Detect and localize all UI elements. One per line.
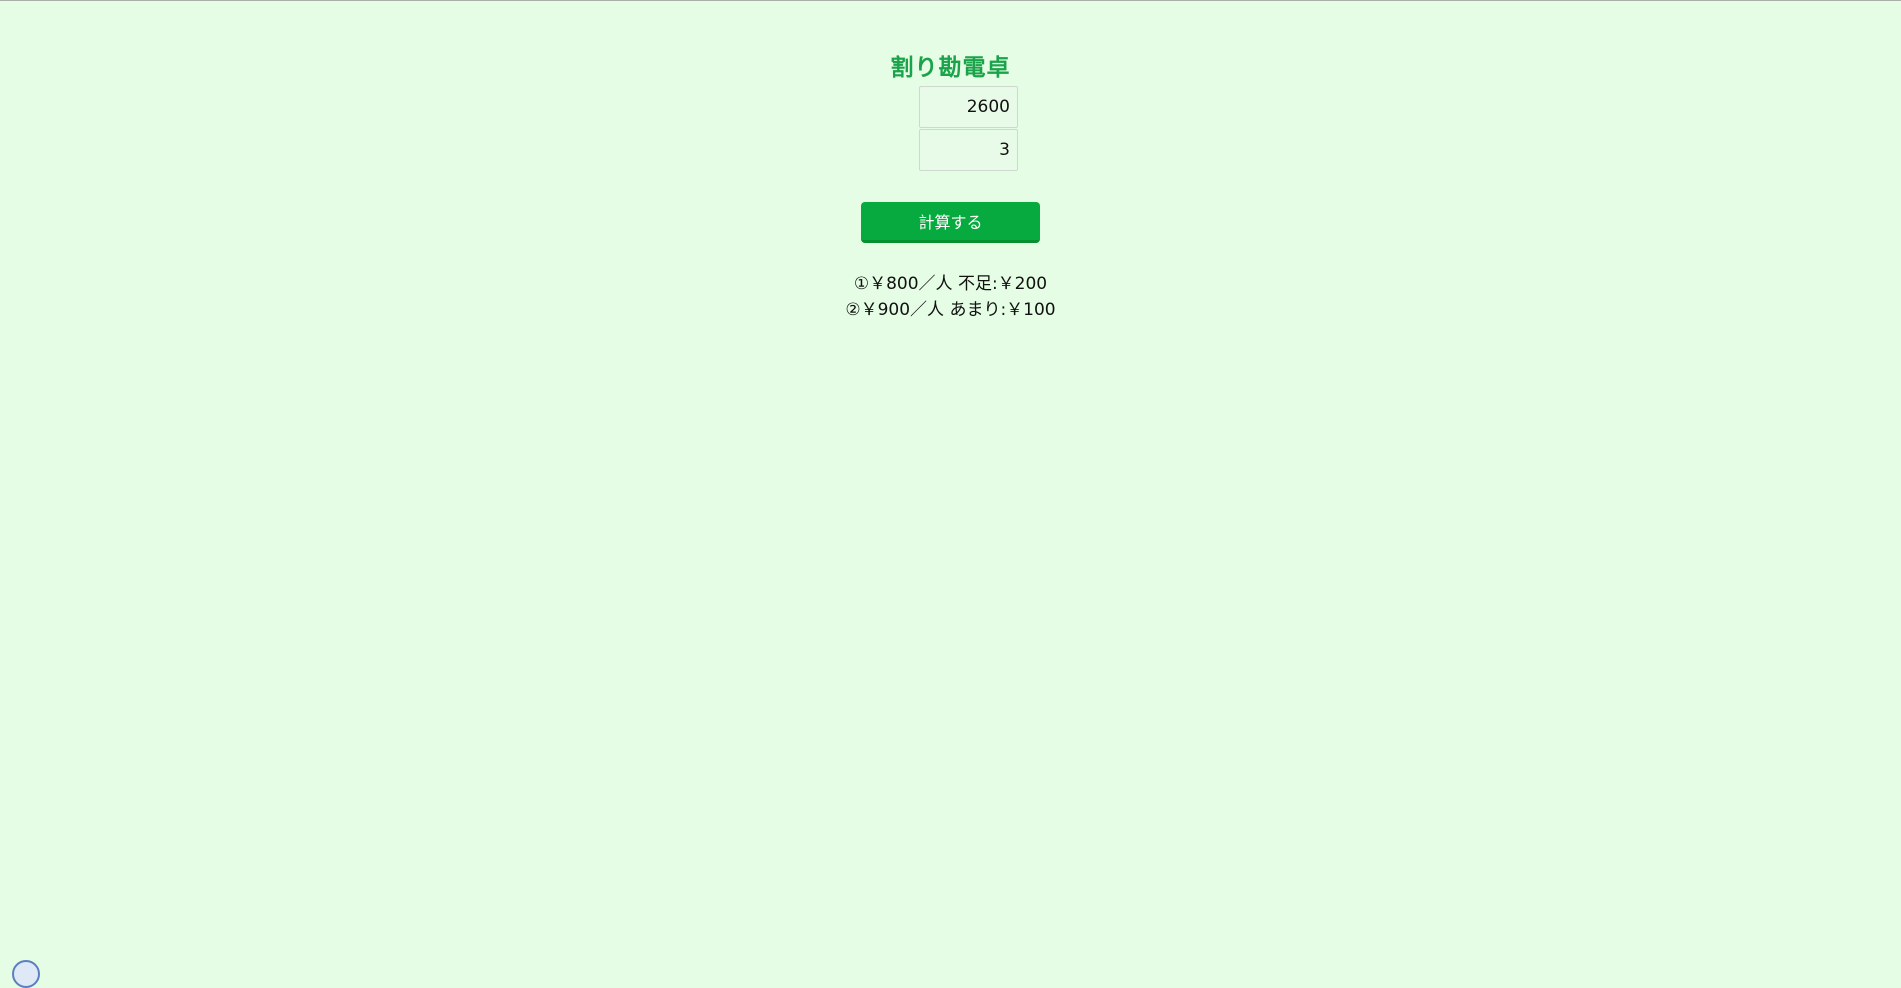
result-line-2: ②￥900／人 あまり:￥100 [845,300,1056,320]
window-top-border [0,0,1901,1]
result-line-1: ①￥800／人 不足:￥200 [853,274,1048,294]
amount-row: 金額 [870,86,1040,128]
calculate-button[interactable]: 計算する [861,202,1040,243]
result-area: ①￥800／人 不足:￥200 ②￥900／人 あまり:￥100 [0,271,1901,323]
people-input[interactable] [919,129,1018,171]
amount-input[interactable] [919,86,1018,128]
circle-icon[interactable] [12,960,40,988]
people-row: 人数 [870,129,1040,171]
page-title: 割り勘電卓 [890,55,1011,81]
